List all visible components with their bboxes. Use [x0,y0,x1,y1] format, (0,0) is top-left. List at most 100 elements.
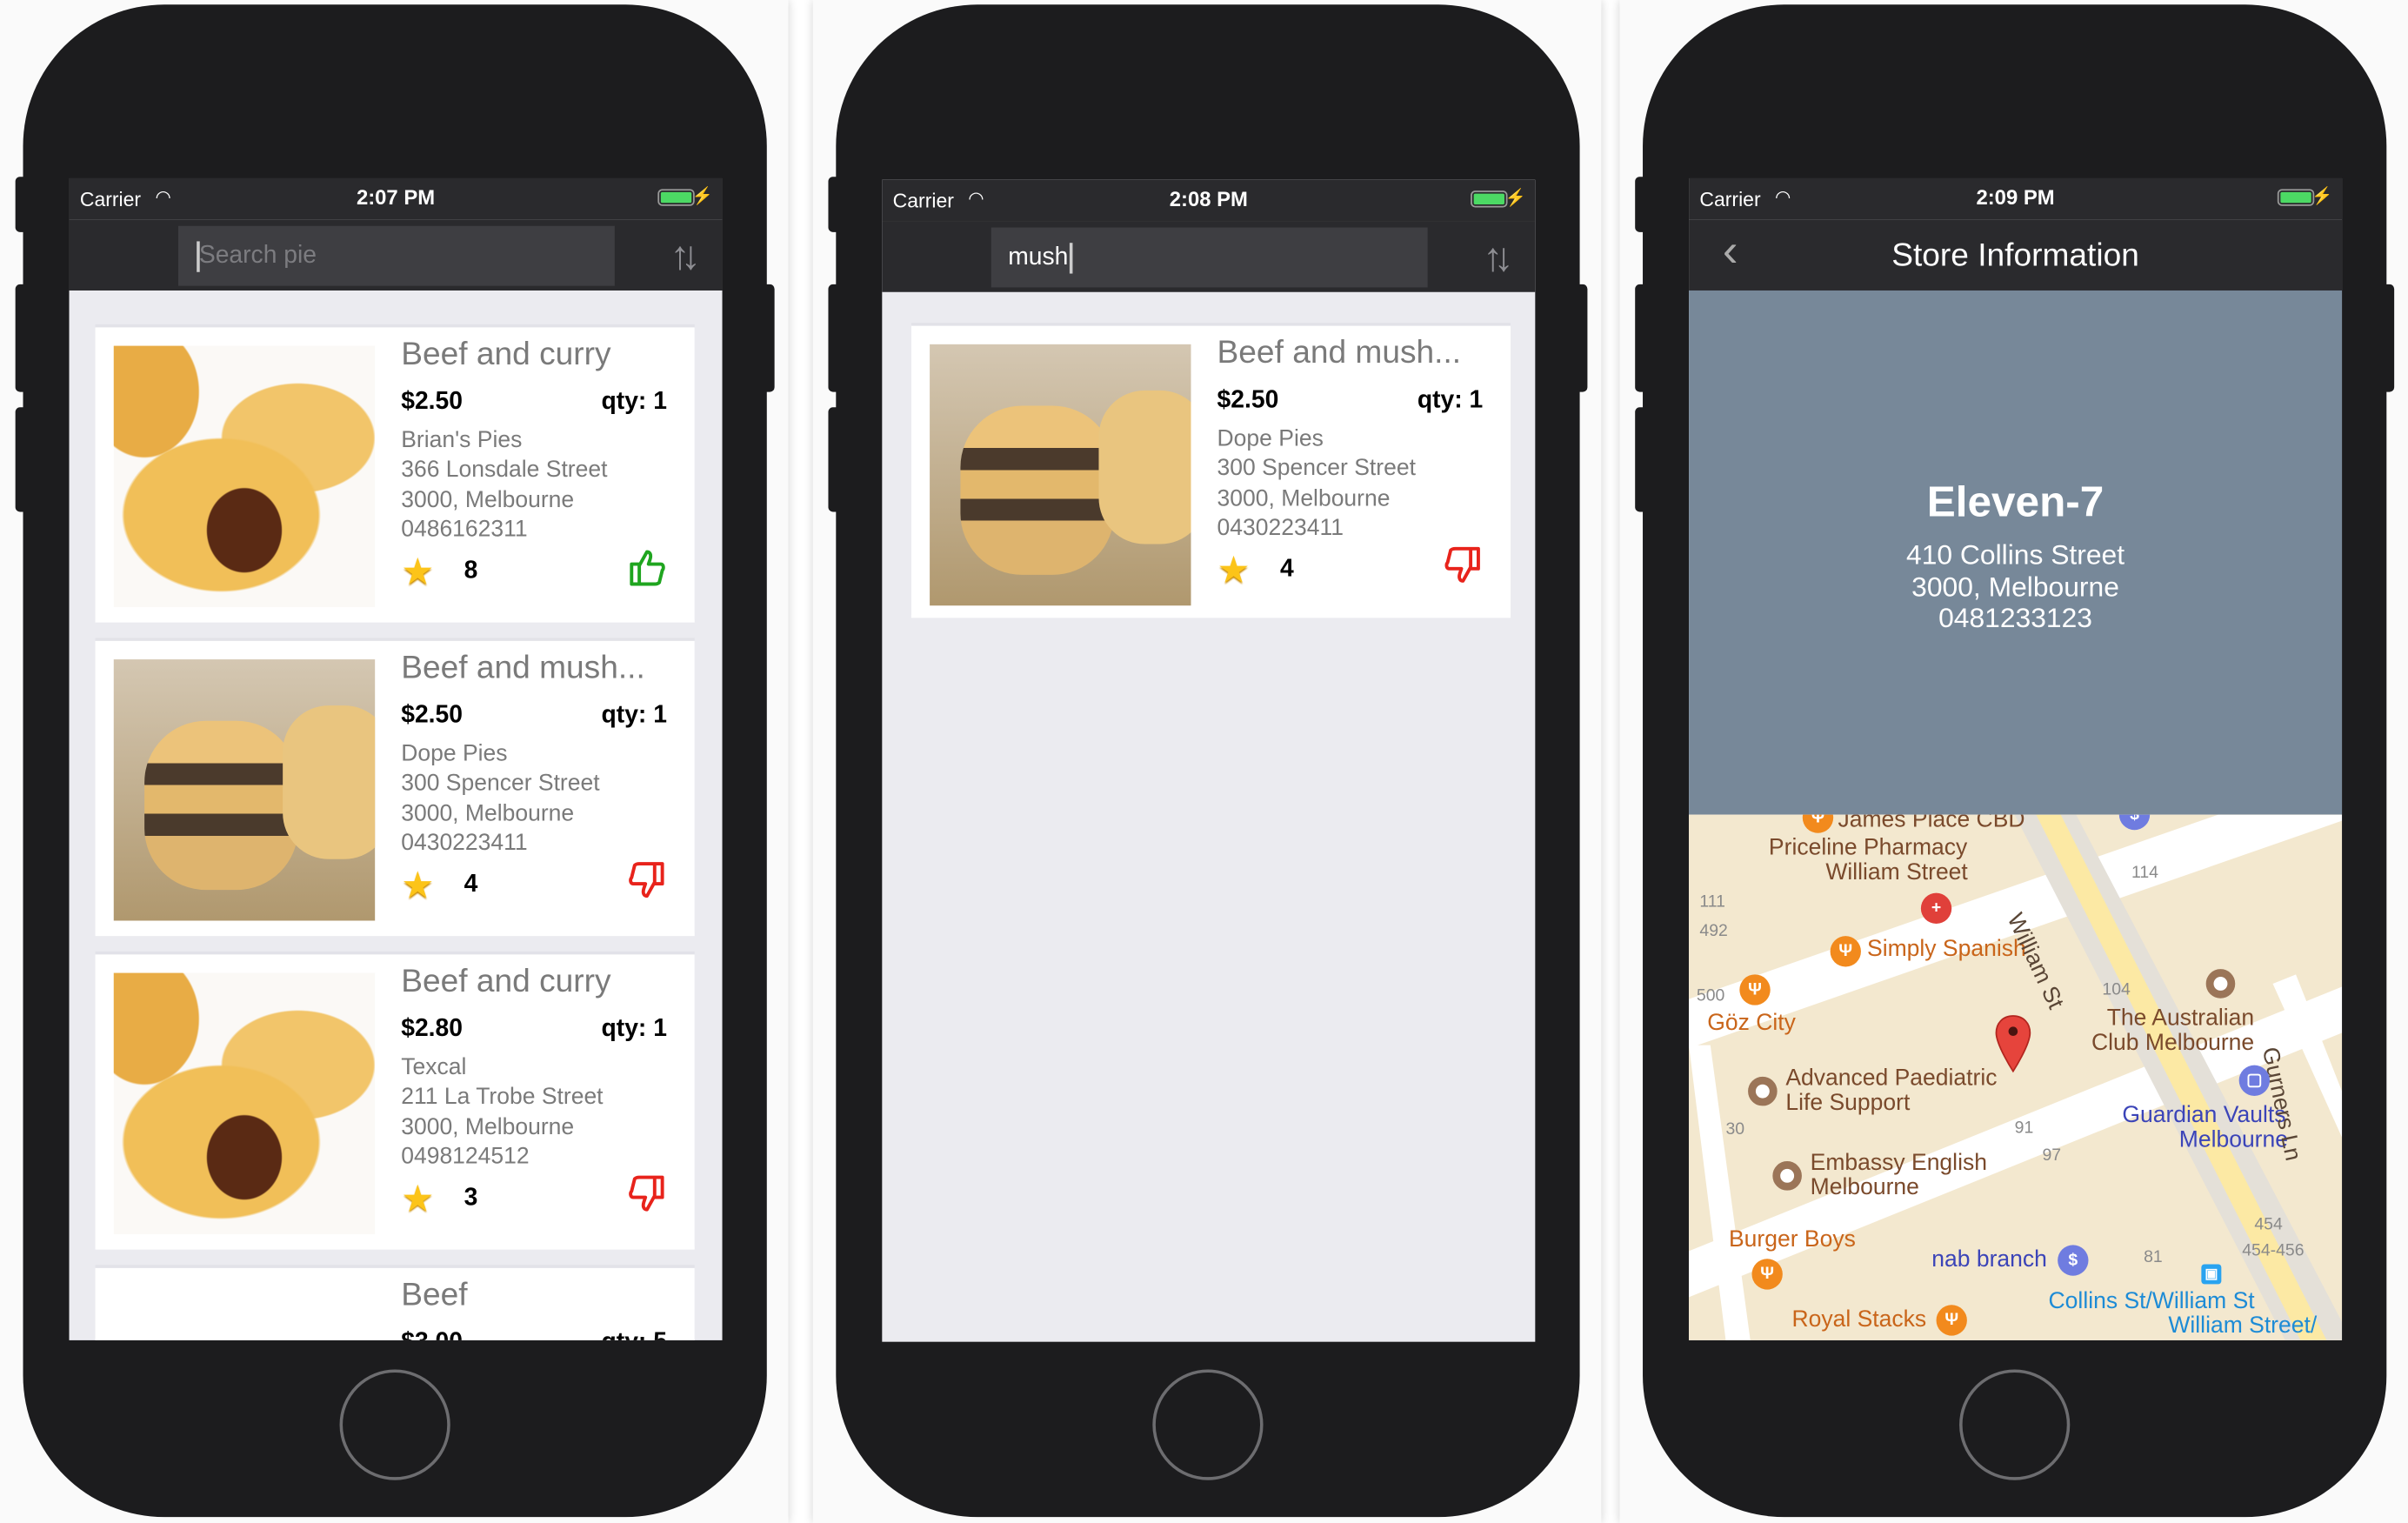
rating-count: 8 [464,558,478,584]
map-label-n91[interactable]: 91 [2015,1116,2034,1140]
place-icon[interactable] [2205,969,2236,999]
pie-price: $3.00 [401,1330,463,1340]
map-label-n111[interactable]: 111 [1699,890,1725,914]
map-label-n30[interactable]: 30 [1725,1118,1744,1142]
map-label-advanced1[interactable]: Advanced Paediatric [1785,1065,1997,1091]
map-label-n500[interactable]: 500 [1697,984,1724,1008]
store-store: Texcal [401,1054,467,1081]
place-icon[interactable] [1772,1161,1802,1191]
nav-title: Store Information [1891,237,2139,274]
star-icon: ★ [401,865,435,907]
pie-quantity: qty: 1 [601,1016,667,1043]
map-label-n104[interactable]: 104 [2102,978,2130,1002]
rating-count: 4 [464,871,478,898]
thumbs-down-icon[interactable] [627,861,667,901]
search-value: mush [1008,244,1069,271]
map-label-guardian2[interactable]: Melbourne [2179,1127,2288,1152]
store-store: Brian's Pies [401,427,523,454]
thumbs-down-icon[interactable] [627,1174,667,1214]
pie-price: $2.80 [401,1016,463,1043]
bank-icon[interactable]: $ [2058,1245,2089,1276]
store-phone[interactable]: 0481233123 [1689,603,2342,634]
map-label-williamstreet[interactable]: William Street/ [2168,1313,2317,1339]
phone-body: Carrier ◠ 2:08 PM ⚡ mush ↑↓ Beef and mus… [836,4,1580,1518]
map-label-n114[interactable]: 114 [2131,861,2158,885]
place-icon[interactable] [1748,1076,1778,1106]
map-label-collins[interactable]: Collins St/William St [2049,1289,2255,1314]
pie-search-screen: Carrier ◠ 2:08 PM ⚡ mush ↑↓ Beef and mus… [882,179,1536,1342]
pie-card[interactable]: Beef and curry $2.50 qty: 1 Brian's Pies 366… [95,327,695,623]
map-label-james[interactable]: James Place CBD [1838,815,2024,833]
map-label-royal[interactable]: Royal Stacks [1791,1307,1926,1333]
map-label-spanish[interactable]: Simply Spanish [1867,937,2026,962]
pie-list-screen: Carrier ◠ 2:07 PM ⚡ Search pie ↑↓ Beef a… [69,177,723,1340]
map-label-nab[interactable]: nab branch [1931,1247,2047,1273]
search-placeholder: Search pie [198,243,317,270]
pie-image [113,345,376,608]
map-label-advanced2[interactable]: Life Support [1785,1091,1910,1116]
map-label-priceline2[interactable]: William Street [1825,860,1967,885]
thumbs-down-icon[interactable] [1443,545,1483,585]
restaurant-icon[interactable]: Ψ [1751,1259,1783,1290]
sort-arrows-icon[interactable]: ↑↓ [670,232,700,280]
map-label-n81[interactable]: 81 [2144,1245,2163,1269]
map-label-n454456[interactable]: 454-456 [2242,1239,2304,1263]
map-label-embassy2[interactable]: Melbourne [1811,1175,1919,1200]
nav-bar: mush ↑↓ [882,221,1536,292]
tram-stop-icon[interactable]: ▣ [2201,1264,2222,1285]
store-city: 3000, Melbourne [1911,571,2119,602]
restaurant-icon[interactable]: Ψ [1830,936,1861,967]
status-time: 2:09 PM [1976,185,2055,210]
home-button[interactable] [339,1369,450,1480]
pie-card[interactable]: Beef and mush... $2.50 qty: 1 Dope Pies 300 … [95,640,695,937]
store-street: 410 Collins Street [1906,539,2125,571]
store-name: Eleven-7 [1926,478,2104,526]
map-label-n492[interactable]: 492 [1699,919,1727,944]
nav-bar: Search pie ↑↓ [69,219,723,291]
charging-icon: ⚡ [2311,187,2333,206]
pie-quantity: qty: 5 [602,1330,667,1340]
store-street: 300 Spencer Street [401,770,600,797]
store-map[interactable]: James Place CBD Priceline Pharmacy William… [1689,814,2343,1340]
home-button[interactable] [1959,1369,2071,1480]
home-button[interactable] [1152,1369,1264,1480]
star-icon: ★ [401,551,435,594]
store-info-panel: Eleven-7 410 Collins Street 3000, Melbou… [1689,290,2343,815]
restaurant-icon[interactable]: Ψ [1739,974,1771,1005]
pie-title: Beef and curry [401,336,611,372]
phone-panel-store: Carrier ◠ 2:09 PM ⚡ ‹ Store Information … [1619,0,2408,1523]
search-input[interactable]: mush [991,227,1428,288]
thumbs-up-icon[interactable] [627,547,667,587]
status-bar: Carrier ◠ 2:09 PM ⚡ [1689,177,2343,220]
map-label-guardian1[interactable]: Guardian Vaults [2122,1103,2285,1128]
map-label-priceline1[interactable]: Priceline Pharmacy [1769,835,1967,860]
status-bar: Carrier ◠ 2:07 PM ⚡ [69,177,723,220]
pie-card[interactable]: Beef and curry $2.80 qty: 1 Texcal 211 La Tr… [95,954,695,1250]
store-store: Dope Pies [401,740,508,767]
pie-card[interactable]: Beef and mush... $2.50 qty: 1 Dope Pies 300 … [911,325,1511,618]
pharmacy-icon[interactable]: + [1920,892,1952,925]
pie-card[interactable]: Beef $3.00 qty: 5 [95,1267,695,1340]
sort-arrows-icon[interactable]: ↑↓ [1483,234,1513,282]
star-icon: ★ [1217,550,1251,592]
store-details: Brian's Pies 366 Lonsdale Street 3000, Mel… [401,425,607,544]
battery-icon [1471,190,1508,208]
restaurant-icon[interactable]: Ψ [1936,1305,1967,1336]
map-label-australian1[interactable]: The Australian [2107,1006,2254,1031]
pie-price: $2.50 [401,389,463,416]
map-label-n454[interactable]: 454 [2254,1212,2282,1237]
search-input[interactable]: Search pie [177,225,615,286]
map-label-australian2[interactable]: Club Melbourne [2091,1031,2254,1056]
map-label-burger[interactable]: Burger Boys [1729,1227,1856,1252]
store-city: 3000, Melbourne [401,1113,575,1140]
shopping-icon[interactable]: ▢ [2238,1065,2271,1096]
map-label-n97[interactable]: 97 [2042,1144,2061,1168]
battery-icon [657,189,695,206]
battery-icon [2277,189,2315,206]
pie-title: Beef and mush... [401,650,645,686]
pie-image [113,972,376,1234]
map-label-goz[interactable]: Göz City [1707,1011,1796,1036]
pie-image [930,344,1191,606]
map-label-embassy1[interactable]: Embassy English [1811,1151,1987,1176]
screenshot-stage: Carrier ◠ 2:07 PM ⚡ Search pie ↑↓ Beef a… [0,0,2408,1523]
